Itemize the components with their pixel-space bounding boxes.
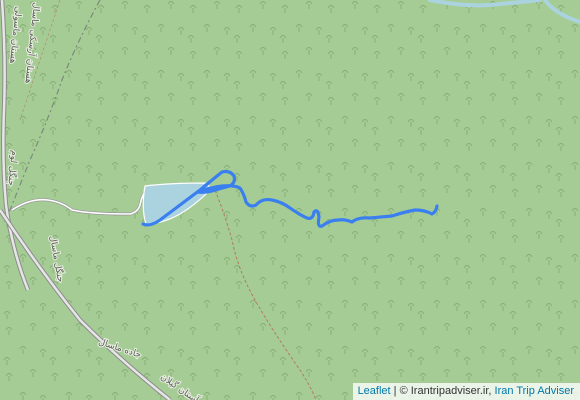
attribution-site: Irantripadviser.ir, [410,385,492,397]
map-container[interactable]: هستان آرسکی ماسال هستان ماسولی جنگل لوم … [0,0,580,400]
iran-trip-adviser-link[interactable]: Iran Trip Adviser [495,385,574,397]
map-attribution: Leaflet | © Irantripadviser.ir, Iran Tri… [352,383,580,400]
attribution-separator: | © [393,385,408,397]
forest-area [0,0,580,400]
leaflet-link[interactable]: Leaflet [358,385,391,397]
map-canvas[interactable]: هستان آرسکی ماسال هستان ماسولی جنگل لوم … [0,0,580,400]
